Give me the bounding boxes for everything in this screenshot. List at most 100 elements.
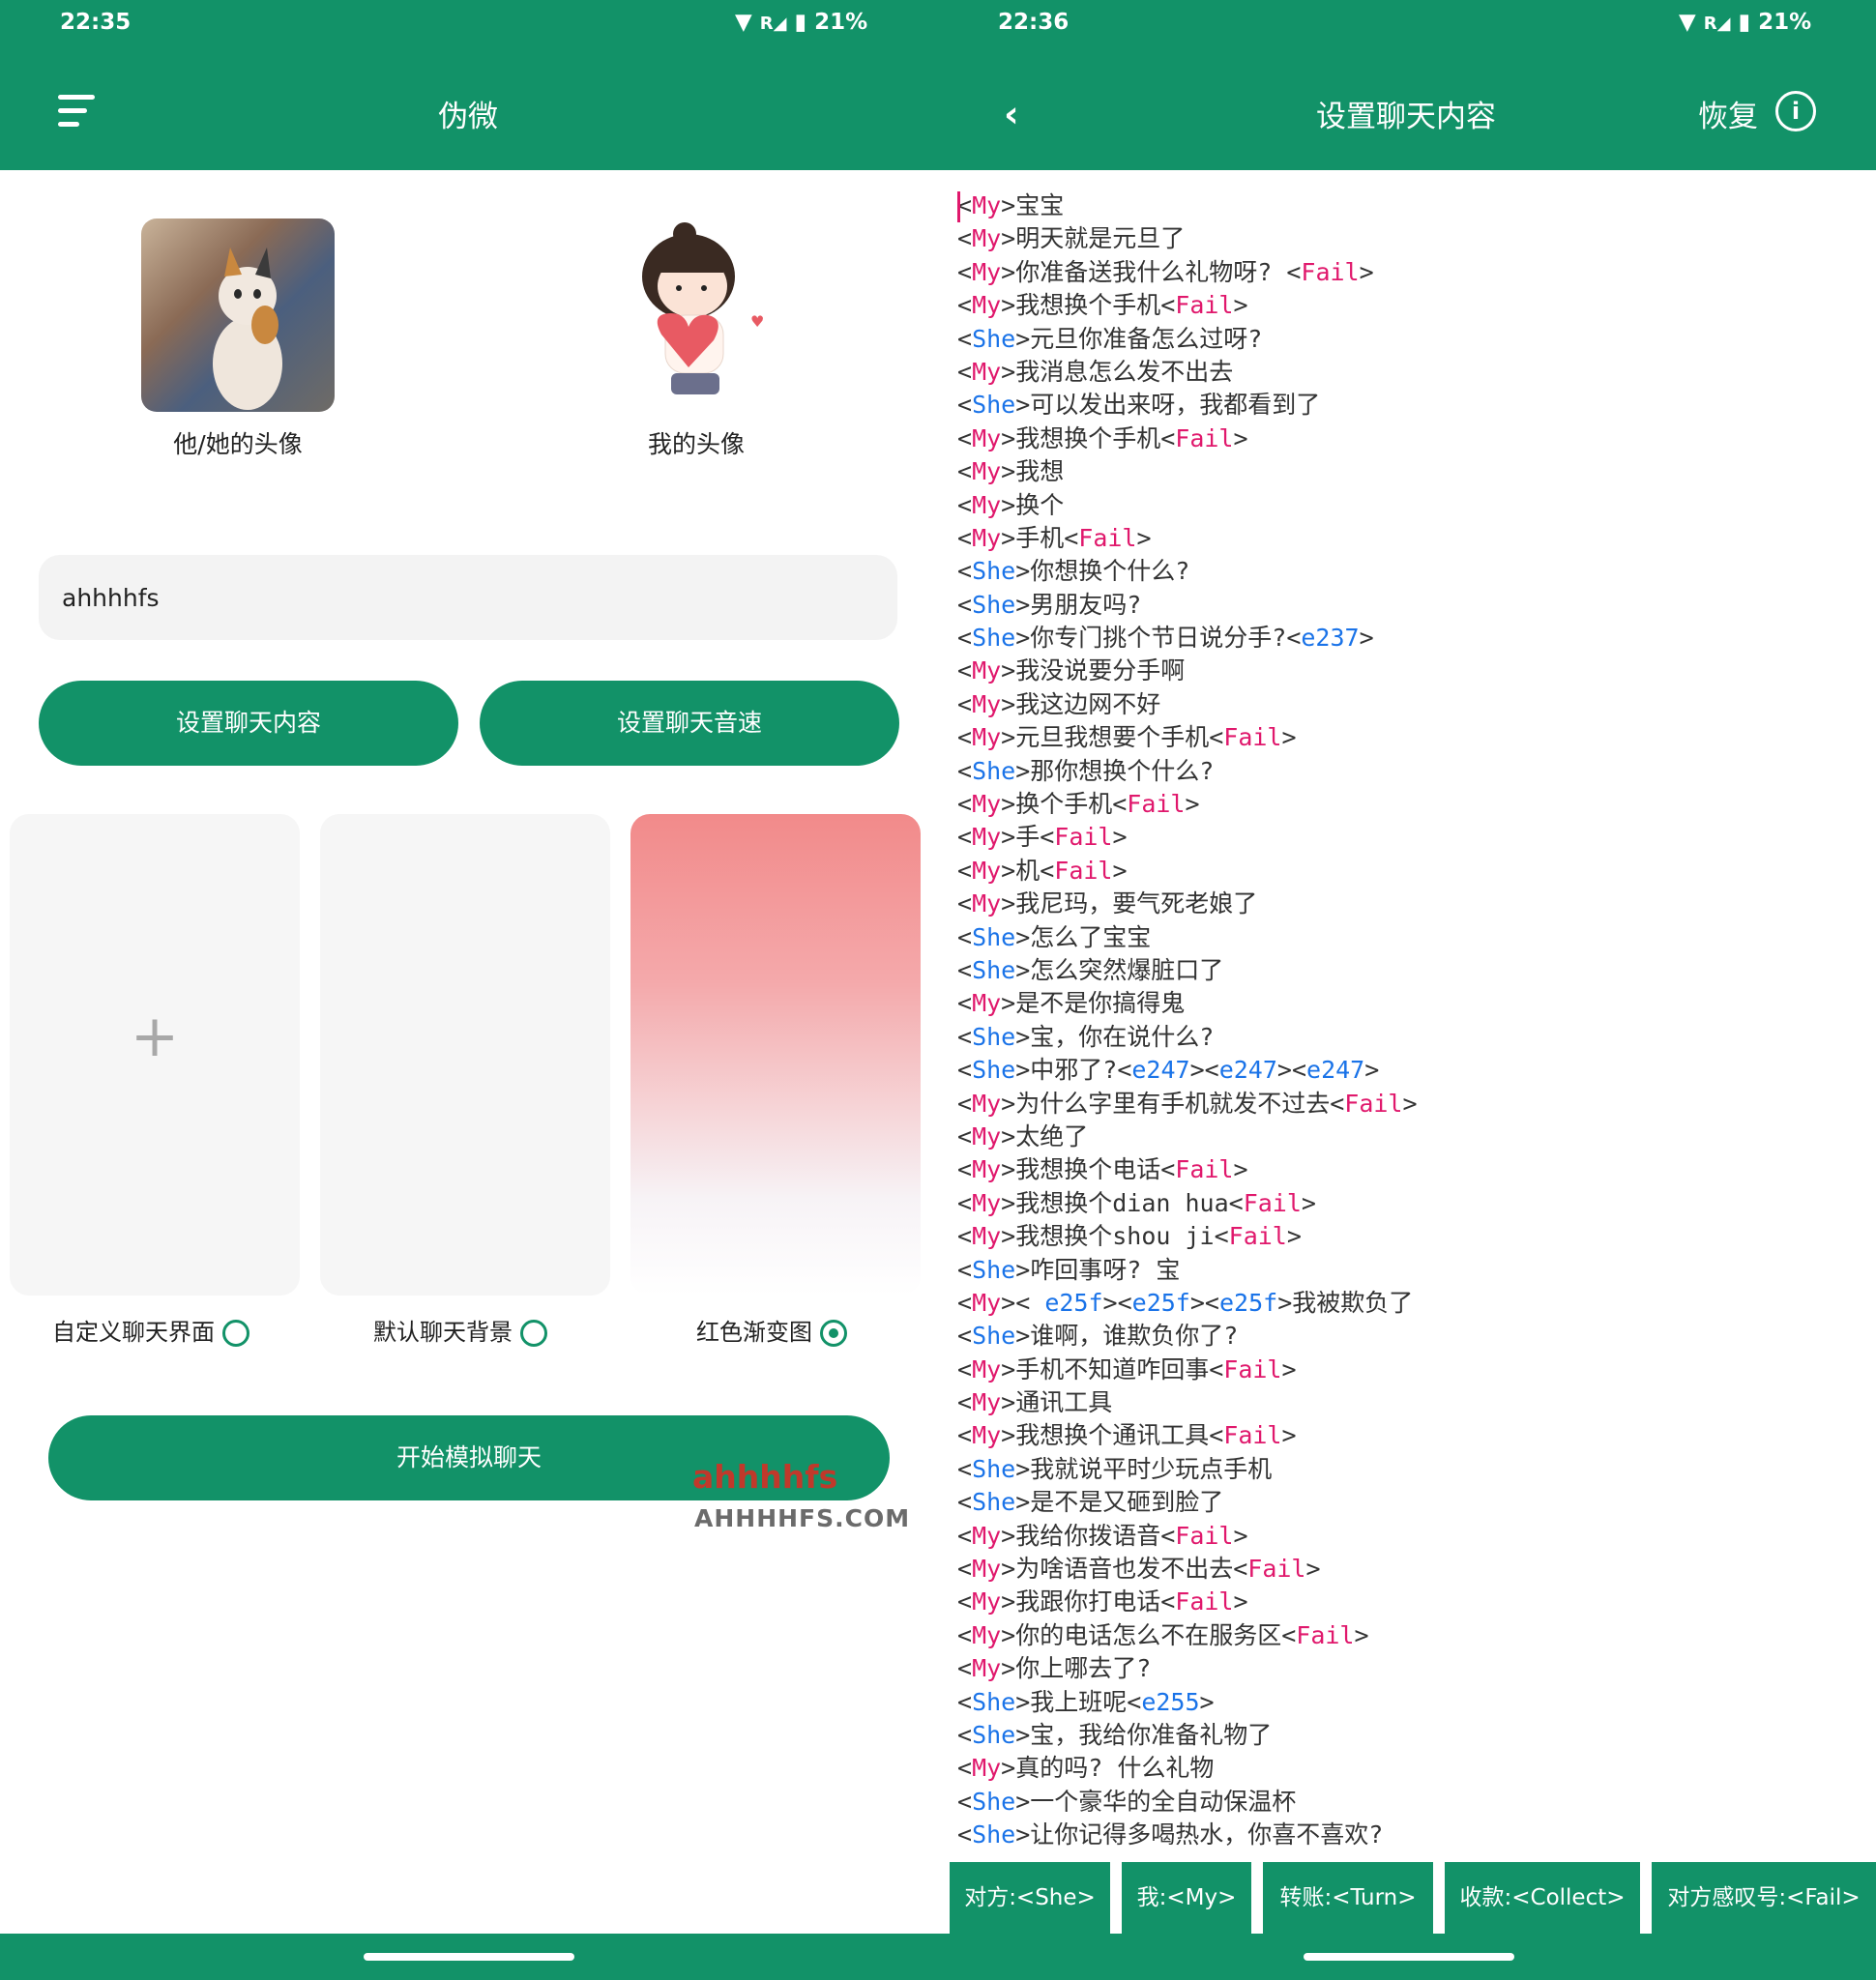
watermark-logo: ahhhhfs xyxy=(692,1458,838,1496)
chat-line[interactable]: <She>中邪了?<e247><e247><e247> xyxy=(957,1054,1847,1087)
chat-line[interactable]: <She>你专门挑个节日说分手?<e237> xyxy=(957,622,1847,655)
chat-line[interactable]: <My>真的吗? 什么礼物 xyxy=(957,1752,1847,1785)
line-tag-my: My xyxy=(972,1620,1002,1649)
chat-line[interactable]: <My>我想 xyxy=(957,455,1847,488)
tag-chip[interactable]: 我:<My> xyxy=(1122,1862,1251,1934)
chat-line[interactable]: <My>我想换个电话<Fail> xyxy=(957,1153,1847,1186)
chat-line[interactable]: <She>我就说平时少玩点手机 xyxy=(957,1453,1847,1486)
chat-line[interactable]: <She>男朋友吗? xyxy=(957,589,1847,622)
chat-line[interactable]: <She>咋回事呀? 宝 xyxy=(957,1254,1847,1287)
chat-line[interactable]: <My>你上哪去了? xyxy=(957,1652,1847,1685)
chat-line[interactable]: <She>元旦你准备怎么过呀? xyxy=(957,323,1847,356)
radio-red[interactable] xyxy=(820,1320,847,1347)
tag-chip[interactable]: 收款:<Collect> xyxy=(1445,1862,1640,1934)
chat-line[interactable]: <My>我消息怎么发不出去 xyxy=(957,356,1847,389)
chat-line[interactable]: <She>谁啊，谁欺负你了? xyxy=(957,1320,1847,1353)
line-tag-my: My xyxy=(972,1654,1002,1683)
line-tag-fail: Fail xyxy=(1228,1222,1287,1251)
option-default[interactable]: 默认聊天背景 xyxy=(373,1313,547,1347)
status-time: 22:35 xyxy=(60,10,132,35)
chat-line[interactable]: <My>我没说要分手啊 xyxy=(957,655,1847,687)
chat-line[interactable]: <My>我想换个shou ji<Fail> xyxy=(957,1220,1847,1253)
red-gradient-bg-card[interactable] xyxy=(630,814,921,1296)
line-text: >元旦你准备怎么过呀? xyxy=(1015,324,1263,353)
chat-line[interactable]: <My>你的电话怎么不在服务区<Fail> xyxy=(957,1619,1847,1652)
chat-line[interactable]: <My>我想换个通讯工具<Fail> xyxy=(957,1419,1847,1452)
custom-bg-card[interactable]: + xyxy=(10,814,300,1296)
option-custom[interactable]: 自定义聊天界面 xyxy=(52,1313,249,1347)
restore-button[interactable]: 恢复 xyxy=(1698,92,1758,135)
chat-line[interactable]: <My>换个 xyxy=(957,489,1847,522)
default-bg-card[interactable] xyxy=(320,814,610,1296)
chat-line[interactable]: <My>我这边网不好 xyxy=(957,688,1847,721)
chat-line[interactable]: <My>为啥语音也发不出去<Fail> xyxy=(957,1553,1847,1586)
chat-line[interactable]: <She>一个豪华的全自动保温杯 xyxy=(957,1786,1847,1819)
line-tag-e: e25f xyxy=(1044,1288,1103,1317)
chat-line[interactable]: <She>那你想换个什么? xyxy=(957,755,1847,788)
line-tag-fail: Fail xyxy=(1175,1521,1234,1550)
chat-line[interactable]: <My>手机<Fail> xyxy=(957,522,1847,555)
line-tag-e: e25f xyxy=(1218,1288,1278,1317)
chat-line[interactable]: <My>我给你拨语音<Fail> xyxy=(957,1520,1847,1553)
line-text: > xyxy=(1305,1555,1321,1584)
my-avatar[interactable]: ♥ xyxy=(600,218,793,412)
radio-default[interactable] xyxy=(520,1320,547,1347)
chat-line[interactable]: <My>太绝了 xyxy=(957,1121,1847,1153)
chat-line[interactable]: <She>可以发出来呀，我都看到了 xyxy=(957,389,1847,422)
line-tag-she: She xyxy=(972,1488,1016,1517)
watermark-url: AHHHHFS.COM xyxy=(694,1504,911,1532)
chat-line[interactable]: <She>宝，我给你准备礼物了 xyxy=(957,1719,1847,1752)
set-chat-speed-button[interactable]: 设置聊天音速 xyxy=(480,681,899,766)
chat-line[interactable]: <She>我上班呢<e255> xyxy=(957,1686,1847,1719)
chat-line[interactable]: <My>是不是你搞得鬼 xyxy=(957,987,1847,1020)
chat-line[interactable]: <My>手<Fail> xyxy=(957,821,1847,854)
info-icon[interactable]: i xyxy=(1775,91,1816,131)
chat-line[interactable]: <My>明天就是元旦了 xyxy=(957,222,1847,255)
line-tag-she: She xyxy=(972,590,1016,619)
chat-line[interactable]: <My>我跟你打电话<Fail> xyxy=(957,1586,1847,1618)
line-tag-my: My xyxy=(972,1354,1002,1383)
home-indicator[interactable] xyxy=(364,1953,574,1961)
chat-line[interactable]: <My>为什么字里有手机就发不过去<Fail> xyxy=(957,1088,1847,1121)
tag-chip[interactable]: 对方:<She> xyxy=(950,1862,1110,1934)
chat-line[interactable]: <She>怎么突然爆脏口了 xyxy=(957,954,1847,987)
name-input[interactable]: ahhhhfs xyxy=(39,555,897,640)
chat-line[interactable]: <She>是不是又砸到脸了 xyxy=(957,1486,1847,1519)
chat-line[interactable]: <She>怎么了宝宝 xyxy=(957,921,1847,954)
chat-line[interactable]: <My>手机不知道咋回事<Fail> xyxy=(957,1354,1847,1386)
chat-line[interactable]: <My>换个手机<Fail> xyxy=(957,788,1847,821)
set-chat-content-button[interactable]: 设置聊天内容 xyxy=(39,681,458,766)
chat-line[interactable]: <She>宝，你在说什么? xyxy=(957,1021,1847,1054)
option-red[interactable]: 红色渐变图 xyxy=(696,1313,847,1347)
line-text: > xyxy=(1354,1620,1369,1649)
chat-line[interactable]: <My>机<Fail> xyxy=(957,855,1847,888)
her-avatar[interactable] xyxy=(141,218,335,412)
line-text: >< xyxy=(1276,1056,1307,1085)
line-tag-e: e255 xyxy=(1141,1687,1200,1716)
line-text: < xyxy=(957,1488,973,1517)
nav-bar xyxy=(936,1934,1876,1980)
chat-content-editor[interactable]: <My>宝宝 <My>明天就是元旦了 <My>你准备送我什么礼物呀? <Fail> <… xyxy=(957,189,1847,1852)
line-tag-fail: Fail xyxy=(1175,423,1234,452)
tag-chip[interactable]: 对方感叹号:<Fail> xyxy=(1652,1862,1876,1934)
chat-line[interactable]: <My>元旦我想要个手机<Fail> xyxy=(957,721,1847,754)
chat-line[interactable]: <My>我想换个手机<Fail> xyxy=(957,289,1847,322)
line-text: > xyxy=(1233,1521,1248,1550)
chat-line[interactable]: <My>我想换个dian hua<Fail> xyxy=(957,1187,1847,1220)
tag-chip[interactable]: 转账:<Turn> xyxy=(1263,1862,1433,1934)
chat-line[interactable]: <My>< e25f><e25f><e25f>我被欺负了 xyxy=(957,1287,1847,1320)
chat-line[interactable]: <She>你想换个什么? xyxy=(957,555,1847,588)
chat-line[interactable]: <My>通讯工具 xyxy=(957,1386,1847,1419)
line-text: < xyxy=(957,756,973,785)
chat-line[interactable]: <My>宝宝 xyxy=(957,189,1847,222)
home-indicator[interactable] xyxy=(1304,1953,1514,1961)
chat-line[interactable]: <She>让你记得多喝热水，你喜不喜欢? xyxy=(957,1819,1847,1851)
left-screen: 22:35 ▼ R◢ ▮ 21% 伪微 他/她的头像 ♥ 我的头像 ahhhhf… xyxy=(0,0,936,1980)
chat-line[interactable]: <My>你准备送我什么礼物呀? <Fail> xyxy=(957,256,1847,289)
radio-custom[interactable] xyxy=(222,1320,249,1347)
line-tag-my: My xyxy=(972,723,1002,752)
chat-line[interactable]: <My>我尼玛，要气死老娘了 xyxy=(957,888,1847,920)
line-text: < xyxy=(957,723,973,752)
line-tag-my: My xyxy=(972,1288,1002,1317)
chat-line[interactable]: <My>我想换个手机<Fail> xyxy=(957,422,1847,455)
